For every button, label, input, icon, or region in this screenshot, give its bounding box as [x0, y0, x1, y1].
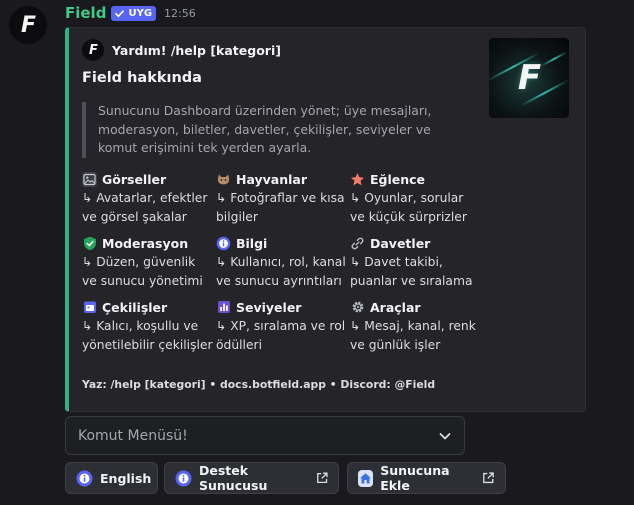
- cat-icon: [216, 172, 231, 187]
- field-value: ↳ Düzen, güvenlik ve sunucu yönetimi: [82, 255, 203, 288]
- shield-icon: [82, 236, 97, 251]
- external-link-icon: [483, 472, 495, 484]
- embed-thumbnail[interactable]: F: [489, 38, 569, 118]
- field-gorseller: Görseller ↳ Avatarlar, efektler ve görse…: [82, 170, 214, 226]
- add-to-server-button[interactable]: Sunucuna Ekle: [347, 462, 506, 494]
- field-name: Seviyeler: [236, 299, 302, 315]
- field-value: ↳ Kullanıcı, rol, kanal ve sunucu ayrınt…: [216, 255, 346, 288]
- embed-description: Sunucunu Dashboard üzerinden yönet; üye …: [82, 102, 472, 158]
- field-hayvanlar: Hayvanlar ↳ Fotoğraflar ve kısa bilgiler: [216, 170, 348, 226]
- image-icon: [82, 171, 97, 187]
- verified-check-icon: [115, 9, 125, 17]
- field-value: ↳ XP, sıralama ve rol ödülleri: [216, 319, 346, 352]
- author-icon: F: [82, 39, 104, 61]
- field-name: Moderasyon: [102, 235, 189, 251]
- external-link-icon: [316, 472, 328, 484]
- field-bilgi: Bilgi ↳ Kullanıcı, rol, kanal ve sunucu …: [216, 234, 348, 290]
- field-eglence: Eğlence ↳ Oyunlar, sorular ve küçük sürp…: [350, 170, 482, 226]
- field-araclar: Araçlar ↳ Mesaj, kanal, renk ve günlük i…: [350, 298, 482, 354]
- add-to-server-button-label: Sunucuna Ekle: [380, 463, 450, 493]
- support-server-button-label: Destek Sunucusu: [199, 463, 268, 493]
- app-badge: UYG: [111, 5, 157, 21]
- select-placeholder: Komut Menüsü!: [78, 427, 188, 444]
- field-name: Eğlence: [370, 171, 426, 187]
- username[interactable]: Field: [65, 4, 106, 22]
- field-name: Araçlar: [370, 299, 421, 315]
- field-seviyeler: Seviyeler ↳ XP, sıralama ve rol ödülleri: [216, 298, 348, 354]
- english-button[interactable]: English: [65, 462, 158, 494]
- field-name: Çekilişler: [102, 299, 168, 315]
- field-logo: F: [20, 12, 36, 38]
- field-name: Görseller: [102, 171, 167, 187]
- bar-chart-icon: [216, 300, 231, 315]
- message-header: Field UYG 12:56: [65, 4, 196, 22]
- field-value: ↳ Fotoğraflar ve kısa bilgiler: [216, 191, 345, 224]
- gear-icon: [350, 300, 365, 315]
- link-icon: [350, 236, 365, 251]
- thumbnail-logo: F: [517, 58, 541, 98]
- star-icon: [350, 172, 365, 187]
- field-value: ↳ Mesaj, kanal, renk ve günlük işler: [350, 319, 476, 352]
- message-timestamp[interactable]: 12:56: [164, 7, 196, 20]
- field-value: ↳ Oyunlar, sorular ve küçük sürprizler: [350, 191, 467, 224]
- field-value: ↳ Avatarlar, efektler ve görsel şakalar: [82, 191, 208, 224]
- home-icon: [358, 469, 374, 487]
- embed-author-name: Yardım! /help [kategori]: [112, 42, 281, 58]
- embed-author: F Yardım! /help [kategori]: [82, 39, 281, 61]
- english-button-label: English: [100, 470, 152, 486]
- info-icon: [175, 470, 192, 487]
- field-name: Bilgi: [236, 235, 268, 251]
- field-name: Hayvanlar: [236, 171, 308, 187]
- bot-avatar[interactable]: F: [9, 6, 47, 44]
- field-name: Davetler: [370, 235, 431, 251]
- calendar-icon: [82, 300, 97, 315]
- field-davetler: Davetler ↳ Davet takibi, puanlar ve sıra…: [350, 234, 482, 290]
- embed-title: Field hakkında: [82, 70, 202, 86]
- help-embed: F Yardım! /help [kategori] F Field hakkı…: [65, 27, 586, 412]
- field-value: ↳ Davet takibi, puanlar ve sıralama: [350, 255, 473, 288]
- command-select-menu[interactable]: Komut Menüsü!: [65, 416, 465, 455]
- app-badge-label: UYG: [128, 7, 153, 19]
- support-server-button[interactable]: Destek Sunucusu: [164, 462, 339, 494]
- field-cekilisler: Çekilişler ↳ Kalıcı, koşullu ve yönetile…: [82, 298, 214, 354]
- info-icon: [216, 236, 231, 251]
- chevron-down-icon: [439, 432, 451, 439]
- info-icon: [76, 470, 93, 487]
- embed-footer: Yaz: /help [kategori] • docs.botfield.ap…: [82, 378, 436, 391]
- field-moderasyon: Moderasyon ↳ Düzen, güvenlik ve sunucu y…: [82, 234, 214, 290]
- field-value: ↳ Kalıcı, koşullu ve yönetilebilir çekil…: [82, 319, 213, 352]
